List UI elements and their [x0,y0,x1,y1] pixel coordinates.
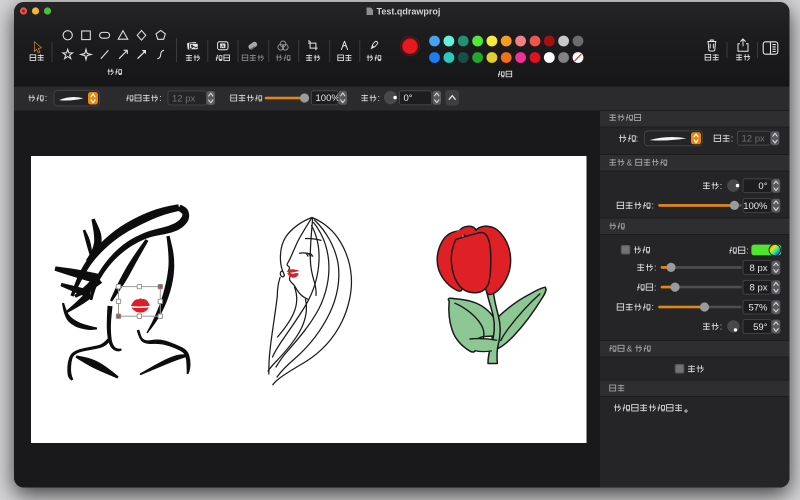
svg-text::: : [731,134,734,144]
svg-text::: : [378,93,381,103]
svg-text:100%: 100% [743,201,768,212]
svg-text::: : [654,263,657,273]
svg-text:59°: 59° [753,322,768,333]
svg-text::: : [746,245,749,255]
svg-text::: : [652,302,655,312]
svg-text::: : [159,93,162,103]
svg-text:Test.qdrawproj: Test.qdrawproj [377,6,441,16]
svg-text::: : [652,201,655,211]
svg-text:12 px: 12 px [742,134,765,145]
svg-text::: : [720,322,723,332]
svg-text::: : [45,93,48,103]
svg-text:&: & [627,157,633,167]
svg-text:8 px: 8 px [750,263,768,274]
svg-text:8 px: 8 px [750,283,768,294]
svg-text:12 px: 12 px [172,93,195,104]
svg-text:0°: 0° [404,93,413,104]
svg-text::: : [654,282,657,292]
svg-text:&: & [627,343,633,353]
svg-text:57%: 57% [748,302,768,313]
svg-text:100%: 100% [316,93,341,104]
svg-text:0°: 0° [758,181,767,192]
svg-text::: : [636,134,639,144]
svg-text::: : [720,181,723,191]
